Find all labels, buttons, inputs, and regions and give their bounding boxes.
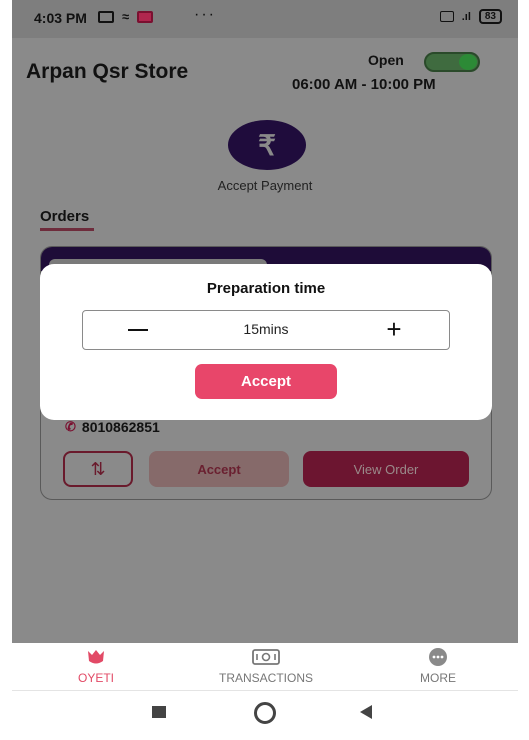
oyeti-icon xyxy=(88,650,104,664)
more-icon xyxy=(429,648,447,666)
status-notification-icons: ≈ xyxy=(98,9,154,24)
nav-item-oyeti[interactable]: OYETI xyxy=(16,647,176,685)
toggle-knob xyxy=(459,54,477,70)
more-notifications-dots: ··· xyxy=(194,6,216,23)
increment-button[interactable]: + xyxy=(379,314,409,344)
home-button[interactable] xyxy=(254,702,276,724)
volte-icon xyxy=(439,11,454,22)
wifi-icon: ≈ xyxy=(122,9,130,24)
signal-icon: .ıl xyxy=(461,10,471,23)
cash-icon xyxy=(252,649,280,665)
phone-icon: ✆ xyxy=(65,419,76,434)
nav-item-transactions[interactable]: TRANSACTIONS xyxy=(186,647,346,685)
system-navigation-bar xyxy=(12,692,518,740)
accept-payment-label: Accept Payment xyxy=(217,178,313,193)
status-bar: 4:03 PM ≈ ··· .ıl 83 xyxy=(12,0,518,38)
plus-icon: + xyxy=(386,313,402,344)
recent-apps-button[interactable] xyxy=(152,706,166,718)
customer-phone: ✆ 8010862851 xyxy=(65,419,160,435)
status-time: 4:03 PM xyxy=(34,10,87,26)
rupee-icon: ₹ xyxy=(258,129,276,161)
tab-orders-indicator xyxy=(40,228,94,231)
preparation-time-dialog: Preparation time 15mins + Accept xyxy=(40,264,492,420)
customer-phone-number: 8010862851 xyxy=(81,419,160,435)
store-hours: 06:00 AM - 10:00 PM xyxy=(292,76,436,93)
tab-orders[interactable]: Orders xyxy=(40,208,89,225)
phone-screen: 4:03 PM ≈ ··· .ıl 83 Arpan Qsr Store Ope… xyxy=(12,0,518,740)
app-background: 4:03 PM ≈ ··· .ıl 83 Arpan Qsr Store Ope… xyxy=(12,0,518,643)
store-name: Arpan Qsr Store xyxy=(26,60,189,83)
message-icon xyxy=(98,10,114,23)
open-status-label: Open xyxy=(368,52,404,68)
status-right-icons: .ıl 83 xyxy=(439,9,502,24)
accept-payment-button[interactable]: ₹ xyxy=(228,120,306,170)
bottom-navigation: OYETI TRANSACTIONS MORE xyxy=(12,643,518,691)
dialog-accept-button[interactable]: Accept xyxy=(195,364,337,399)
open-toggle[interactable] xyxy=(424,52,480,72)
nav-item-more[interactable]: MORE xyxy=(358,647,518,685)
order-accept-button[interactable]: Accept xyxy=(149,451,289,487)
battery-icon: 83 xyxy=(478,9,502,24)
app-notification-icon xyxy=(137,10,154,23)
back-button[interactable] xyxy=(360,705,372,719)
cash-refund-icon: ⇅ xyxy=(90,458,106,479)
nav-label-oyeti: OYETI xyxy=(77,671,114,685)
preparation-time-stepper: 15mins + xyxy=(82,310,450,350)
nav-label-transactions: TRANSACTIONS xyxy=(218,671,313,685)
dialog-title: Preparation time xyxy=(206,280,326,297)
nav-label-more: MORE xyxy=(420,671,456,685)
refund-button[interactable]: ⇅ xyxy=(63,451,133,487)
view-order-button[interactable]: View Order xyxy=(303,451,469,487)
